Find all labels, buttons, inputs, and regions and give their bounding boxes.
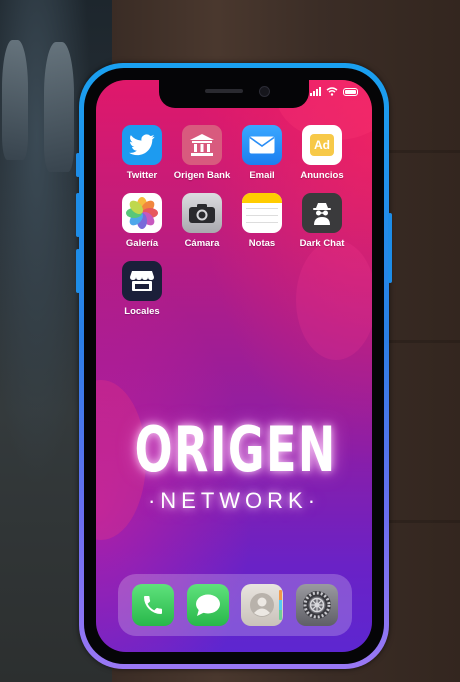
signal-icon [310,87,321,96]
app-label: Dark Chat [299,238,345,249]
app-origen-bank[interactable]: Origen Bank [172,125,232,181]
brand-subtitle: ·NETWORK· [147,488,321,513]
side-button[interactable] [76,249,80,293]
phone-frame: Twitter Origen Bank Email Ad Anuncios Ga… [76,63,392,669]
app-label: Notas [248,238,276,249]
app-label: Email [249,170,275,181]
front-camera [259,86,270,97]
photos-icon [122,193,162,233]
notes-icon [242,193,282,233]
ad-badge-text: Ad [314,138,330,152]
app-camara[interactable]: Cámara [172,193,232,249]
phone-icon[interactable] [132,584,175,626]
camera-icon [182,193,222,233]
dock [118,574,352,636]
app-notas[interactable]: Notas [232,193,292,249]
app-dark-chat[interactable]: Dark Chat [292,193,352,249]
home-screen: Twitter Origen Bank Email Ad Anuncios Ga… [96,80,372,652]
app-locales[interactable]: Locales [112,261,172,317]
spy-icon [302,193,342,233]
app-label: Galería [125,238,159,249]
contacts-icon[interactable] [241,584,284,626]
ad-icon: Ad [302,125,342,165]
status-bar [310,87,358,96]
brand-logo: ORIGEN ·NETWORK· [96,412,372,514]
side-button[interactable] [76,153,80,177]
settings-icon[interactable] [295,584,338,626]
app-label: Cámara [184,238,220,249]
bank-icon [182,125,222,165]
app-grid: Twitter Origen Bank Email Ad Anuncios Ga… [112,125,352,317]
message-icon[interactable] [186,584,229,626]
background-person [2,40,28,160]
battery-icon [343,87,358,96]
bird-icon [122,125,162,165]
wifi-icon [326,87,338,96]
app-galeria[interactable]: Galería [112,193,172,249]
app-label: Origen Bank [173,170,231,181]
notch [159,80,309,108]
mail-icon [242,125,282,165]
app-label: Twitter [126,170,158,181]
power-button[interactable] [388,213,392,283]
app-email[interactable]: Email [232,125,292,181]
background-person [44,42,74,172]
brand-title: ORIGEN [134,413,337,486]
app-label: Anuncios [300,170,344,181]
app-label: Locales [124,306,160,317]
app-anuncios[interactable]: Ad Anuncios [292,125,352,181]
side-button[interactable] [76,193,80,237]
store-icon [122,261,162,301]
app-twitter[interactable]: Twitter [112,125,172,181]
speaker [205,89,243,93]
